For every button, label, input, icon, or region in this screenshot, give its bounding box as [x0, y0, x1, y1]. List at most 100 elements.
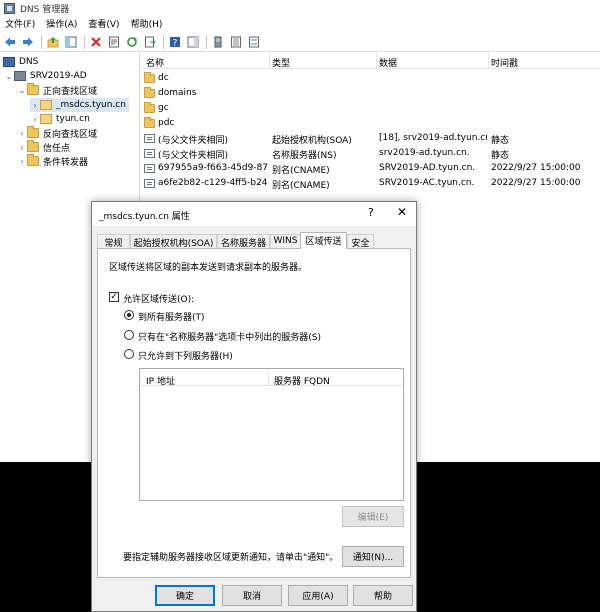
tree-item-label: 反向查找区域	[43, 129, 98, 140]
tree-item-reverse-lookup-zones[interactable]: › 反向查找区域	[17, 126, 97, 140]
back-arrow-icon[interactable]	[2, 34, 18, 50]
record-timestamp: 2022/9/27 15:00:00	[491, 178, 581, 188]
zone-list-icon[interactable]	[228, 34, 244, 50]
list-item[interactable]: (与父文件夹相同) 名称服务器(NS) srv2019-ad.tyun.cn. …	[141, 147, 600, 161]
tree-item-conditional-forwarders[interactable]: › 条件转发器	[17, 154, 88, 168]
radio-name-servers-only-label[interactable]: 只有在"名称服务器"选项卡中列出的服务器(S)	[138, 330, 321, 343]
folder-icon	[144, 102, 155, 113]
action-pane-icon[interactable]	[185, 34, 201, 50]
chevron-right-icon[interactable]: ›	[17, 143, 27, 152]
list-item[interactable]: pdc	[141, 117, 600, 131]
tree-item-tyun-zone[interactable]: › tyun.cn	[30, 112, 90, 126]
server-icon[interactable]	[210, 34, 226, 50]
column-data[interactable]: 数据	[379, 56, 397, 69]
help-button[interactable]: 帮助	[353, 585, 413, 606]
help-icon[interactable]: ?	[167, 34, 183, 50]
folder-icon	[27, 83, 39, 95]
dialog-title-bar: _msdcs.tyun.cn 属性 ? ✕	[92, 202, 416, 226]
tab-name-servers[interactable]: 名称服务器	[217, 234, 270, 249]
tree-item-dns[interactable]: DNS	[3, 55, 38, 69]
tab-zone-transfers[interactable]: 区域传送	[300, 232, 347, 249]
chevron-down-icon[interactable]: ⌄	[4, 72, 14, 81]
tree-item-label: DNS	[19, 57, 39, 67]
record-name: (与父文件夹相同)	[158, 151, 229, 161]
tab-wins[interactable]: WINS	[270, 234, 301, 248]
forward-arrow-icon[interactable]	[20, 34, 36, 50]
column-server-fqdn[interactable]: 服务器 FQDN	[274, 374, 330, 387]
radio-name-servers-only[interactable]	[124, 330, 134, 340]
tab-general[interactable]: 常规	[97, 234, 130, 249]
notify-button[interactable]: 通知(N)...	[342, 546, 404, 567]
folder-icon	[144, 87, 155, 98]
allow-transfer-label[interactable]: 允许区域传送(O):	[123, 292, 194, 305]
help-icon[interactable]: ?	[368, 206, 374, 219]
server-list[interactable]: IP 地址 服务器 FQDN	[139, 368, 404, 501]
chevron-right-icon[interactable]: ›	[30, 115, 40, 124]
zone-transfer-description: 区域传送将区域的副本发送到请求副本的服务器。	[109, 263, 308, 273]
export-list-icon[interactable]	[142, 34, 158, 50]
tab-soa[interactable]: 起始授权机构(SOA)	[130, 234, 217, 249]
record-type: 别名(CNAME)	[272, 166, 330, 176]
toolbar: ?	[0, 32, 600, 52]
list-item[interactable]: 697955a9-f663-45d9-87f... 别名(CNAME) SRV2…	[141, 162, 600, 176]
radio-all-servers[interactable]	[124, 310, 134, 320]
list-item[interactable]: dc	[141, 72, 600, 86]
tree-item-forward-lookup-zones[interactable]: ⌄ 正向查找区域	[17, 83, 97, 97]
ok-button[interactable]: 确定	[155, 585, 215, 606]
chevron-right-icon[interactable]: ›	[17, 157, 27, 166]
apply-button[interactable]: 应用(A)	[288, 585, 348, 606]
chevron-right-icon[interactable]: ›	[30, 101, 40, 110]
column-ip-address[interactable]: IP 地址	[146, 374, 175, 387]
properties-icon[interactable]	[106, 34, 122, 50]
column-timestamp[interactable]: 时间戳	[491, 56, 518, 69]
column-type[interactable]: 类型	[272, 56, 290, 69]
list-item[interactable]: gc	[141, 102, 600, 116]
edit-button[interactable]: 编辑(E)	[342, 506, 404, 527]
allow-transfer-checkbox[interactable]: ✓	[109, 292, 119, 302]
menu-view[interactable]: 查看(V)	[83, 17, 125, 30]
list-header: 名称 类型 数据 时间戳	[141, 53, 600, 69]
column-divider[interactable]	[268, 369, 269, 386]
record-name: 697955a9-f663-45d9-87f...	[158, 163, 268, 173]
delete-icon[interactable]	[88, 34, 104, 50]
record-icon	[144, 164, 155, 173]
cancel-button[interactable]: 取消	[222, 585, 282, 606]
tree-item-label: 正向查找区域	[43, 86, 98, 97]
record-type: 别名(CNAME)	[272, 181, 330, 191]
toolbar-separator	[41, 34, 42, 49]
show-tree-icon[interactable]	[63, 34, 79, 50]
record-name: pdc	[158, 118, 175, 128]
radio-all-servers-label[interactable]: 到所有服务器(T)	[138, 310, 205, 323]
record-icon	[144, 179, 155, 188]
dialog-title: _msdcs.tyun.cn 属性	[99, 212, 190, 222]
radio-listed-servers[interactable]	[124, 349, 134, 359]
column-divider[interactable]	[488, 53, 489, 69]
tree-item-label: tyun.cn	[56, 114, 90, 124]
menu-file[interactable]: 文件(F)	[0, 17, 41, 30]
chevron-right-icon[interactable]: ›	[17, 129, 27, 138]
radio-listed-servers-label[interactable]: 只允许到下列服务器(H)	[138, 349, 233, 362]
record-type: 名称服务器(NS)	[272, 151, 337, 161]
up-folder-icon[interactable]	[45, 34, 61, 50]
tree-item-msdcs-zone[interactable]: › _msdcs.tyun.cn	[30, 98, 129, 112]
record-list-icon[interactable]	[246, 34, 262, 50]
tree-item-server[interactable]: ⌄ SRV2019-AD	[4, 69, 87, 83]
svg-text:?: ?	[173, 38, 178, 48]
column-divider[interactable]	[269, 53, 270, 69]
server-icon	[14, 71, 26, 81]
tree-item-trust-points[interactable]: › 信任点	[17, 140, 70, 154]
dns-manager-icon	[4, 2, 15, 14]
tree-item-label: SRV2019-AD	[30, 71, 87, 81]
column-name[interactable]: 名称	[146, 56, 164, 69]
list-item[interactable]: domains	[141, 87, 600, 101]
menu-action[interactable]: 操作(A)	[41, 17, 83, 30]
chevron-down-icon[interactable]: ⌄	[17, 86, 27, 95]
list-item[interactable]: (与父文件夹相同) 起始授权机构(SOA) [18], srv2019-ad.t…	[141, 132, 600, 146]
mouse-cursor-icon	[197, 318, 205, 331]
tab-security[interactable]: 安全	[347, 234, 374, 249]
refresh-icon[interactable]	[124, 34, 140, 50]
menu-help[interactable]: 帮助(H)	[126, 17, 169, 30]
column-divider[interactable]	[376, 53, 377, 69]
close-icon[interactable]: ✕	[397, 205, 407, 219]
list-item[interactable]: a6fe2b82-c129-4ff5-b249... 别名(CNAME) SRV…	[141, 177, 600, 191]
